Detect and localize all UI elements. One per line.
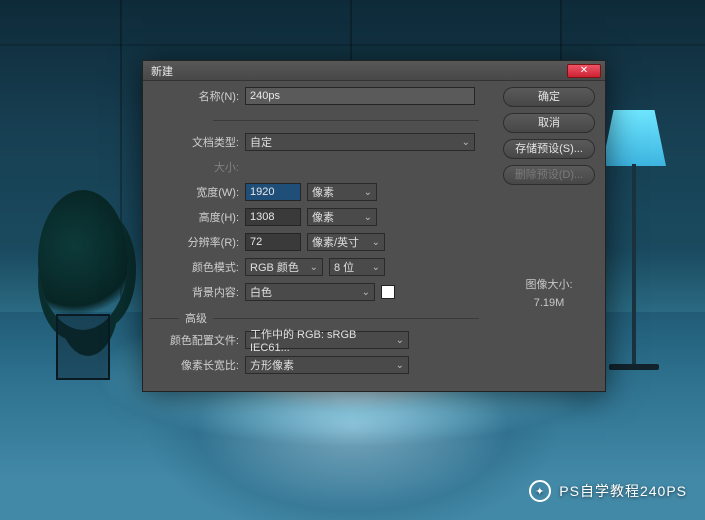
name-input[interactable] <box>245 87 475 105</box>
resolution-label: 分辨率(R): <box>149 234 245 250</box>
color-mode-label: 颜色模式: <box>149 259 245 275</box>
delete-preset-button: 删除预设(D)... <box>503 165 595 185</box>
doc-type-select[interactable]: 自定 <box>245 133 475 151</box>
bg-content-select[interactable]: 白色 <box>245 283 375 301</box>
bg-color-swatch[interactable] <box>381 285 395 299</box>
watermark: ✦ PS自学教程240PS <box>529 480 687 502</box>
wechat-icon: ✦ <box>529 480 551 502</box>
watermark-text: PS自学教程240PS <box>559 481 687 501</box>
pixel-aspect-select[interactable]: 方形像素 <box>245 356 409 374</box>
bg-content-label: 背景内容: <box>149 284 245 300</box>
width-label: 宽度(W): <box>149 184 245 200</box>
image-size-label: 图像大小: <box>503 277 595 295</box>
width-unit-select[interactable]: 像素 <box>307 183 377 201</box>
advanced-section[interactable]: 高级 <box>149 311 479 325</box>
height-label: 高度(H): <box>149 209 245 225</box>
floor-lamp <box>599 110 669 370</box>
new-document-dialog: 新建 ✕ 确定 取消 存储预设(S)... 删除预设(D)... 图像大小: 7… <box>142 60 606 392</box>
pixel-aspect-label: 像素长宽比: <box>149 357 245 373</box>
image-size-value: 7.19M <box>503 295 595 313</box>
resolution-unit-select[interactable]: 像素/英寸 <box>307 233 385 251</box>
ok-button[interactable]: 确定 <box>503 87 595 107</box>
width-input[interactable] <box>245 183 301 201</box>
cancel-button[interactable]: 取消 <box>503 113 595 133</box>
size-label: 大小: <box>149 159 245 175</box>
dialog-title: 新建 <box>151 63 173 79</box>
close-button[interactable]: ✕ <box>567 64 601 78</box>
dialog-titlebar[interactable]: 新建 ✕ <box>143 61 605 81</box>
color-profile-label: 颜色配置文件: <box>149 332 245 348</box>
name-label: 名称(N): <box>149 88 245 104</box>
doc-type-section <box>149 113 479 127</box>
color-profile-select[interactable]: 工作中的 RGB: sRGB IEC61... <box>245 331 409 349</box>
doc-type-label: 文档类型: <box>149 134 245 150</box>
close-icon: ✕ <box>580 65 588 76</box>
resolution-input[interactable] <box>245 233 301 251</box>
save-preset-button[interactable]: 存储预设(S)... <box>503 139 595 159</box>
height-input[interactable] <box>245 208 301 226</box>
bit-depth-select[interactable]: 8 位 <box>329 258 385 276</box>
height-unit-select[interactable]: 像素 <box>307 208 377 226</box>
plant-decor <box>38 190 128 380</box>
color-mode-select[interactable]: RGB 颜色 <box>245 258 323 276</box>
